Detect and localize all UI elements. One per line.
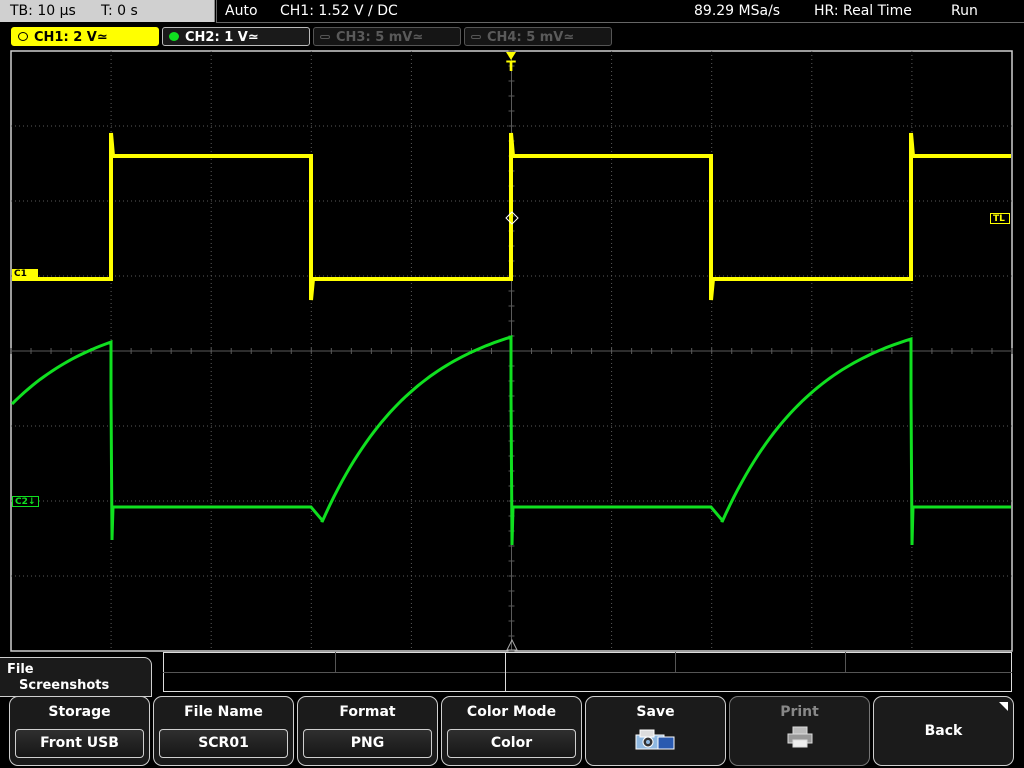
file-name-value[interactable]: SCR01: [159, 729, 288, 758]
save-softkey[interactable]: Save: [585, 696, 726, 766]
format-value[interactable]: PNG: [303, 729, 432, 758]
storage-softkey[interactable]: Storage Front USB: [9, 696, 150, 766]
ch2-reference-marker[interactable]: C2↓: [12, 496, 39, 507]
ch1-reference-marker[interactable]: C1: [12, 269, 38, 280]
color-mode-value[interactable]: Color: [447, 729, 576, 758]
trigger-position-marker[interactable]: T: [503, 52, 519, 74]
softkey-label: File Name: [184, 704, 263, 720]
ch1-waveform: [12, 132, 1011, 301]
menu-title-line1: File: [7, 662, 34, 677]
submenu-corner-icon: [999, 702, 1008, 711]
menu-title: File Screenshots: [0, 657, 152, 697]
file-name-softkey[interactable]: File Name SCR01: [153, 696, 294, 766]
softkey-label: Color Mode: [466, 704, 557, 720]
menu-title-line2: Screenshots: [19, 678, 110, 693]
format-softkey[interactable]: Format PNG: [297, 696, 438, 766]
lower-status-grid: [163, 652, 1012, 692]
softkey-label: Storage: [48, 704, 111, 720]
softkey-label: Print: [780, 704, 819, 720]
oscilloscope-screen: TB: 10 µs T: 0 s Auto CH1: 1.52 V ∕ DC 8…: [0, 0, 1024, 768]
back-softkey[interactable]: Back: [873, 696, 1014, 766]
trigger-level-marker[interactable]: TL: [990, 213, 1010, 224]
softkey-label: Save: [636, 704, 675, 720]
ch2-waveform: [10, 334, 1011, 546]
softkey-label: Format: [339, 704, 396, 720]
print-softkey[interactable]: Print: [729, 696, 870, 766]
storage-value[interactable]: Front USB: [15, 729, 144, 758]
color-mode-softkey[interactable]: Color Mode Color: [441, 696, 582, 766]
printer-icon: [787, 726, 812, 748]
softkey-label: Back: [924, 723, 963, 739]
camera-save-icon: [635, 729, 674, 750]
